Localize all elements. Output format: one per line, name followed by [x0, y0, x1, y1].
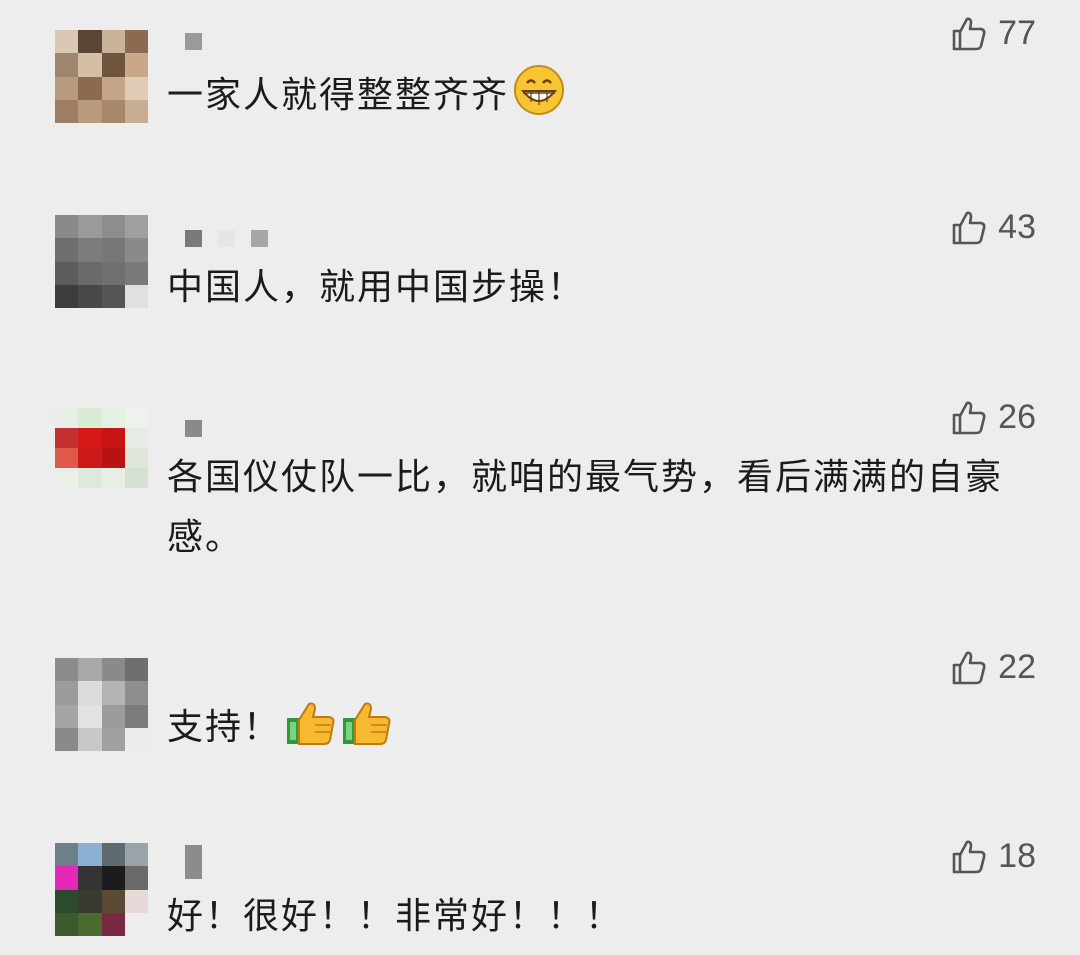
grinning-face-emoji [514, 65, 565, 115]
like-button[interactable]: 22 [950, 648, 1036, 687]
like-count: 43 [998, 208, 1036, 246]
comment-text: 一家人就得整整齐齐 [167, 64, 1007, 126]
comment-item: 一家人就得整整齐齐 77 [0, 0, 1080, 150]
username-blurred[interactable] [185, 845, 202, 879]
thumbs-up-emoji [343, 702, 391, 745]
avatar[interactable] [55, 843, 148, 936]
avatar[interactable] [55, 408, 148, 488]
thumbs-up-emoji [287, 702, 335, 745]
comment-text: 支持！ [167, 698, 1007, 758]
thumbs-up-outline-icon [952, 401, 986, 434]
avatar[interactable] [55, 658, 148, 751]
thumbs-up-outline-icon [952, 651, 986, 684]
comment-item: 中国人，就用中国步操！ 43 [0, 195, 1080, 335]
comment-item: 支持！ 22 [0, 635, 1080, 785]
username-blurred[interactable] [185, 33, 202, 50]
thumbs-up-outline-icon [952, 17, 986, 50]
avatar[interactable] [55, 30, 148, 123]
like-count: 77 [998, 14, 1036, 52]
thumbs-up-outline-icon [952, 211, 986, 244]
comment-item: 好！很好！！非常好！！！ 18 [0, 825, 1080, 955]
comment-text: 好！很好！！非常好！！！ [167, 896, 624, 937]
comment-item: 各国仪仗队一比，就咱的最气势，看后满满的自豪感。 26 [0, 385, 1080, 605]
like-button[interactable]: 77 [950, 14, 1036, 53]
comment-text: 各国仪仗队一比，就咱的最气势，看后满满的自豪感。 [167, 457, 1004, 558]
username-blurred[interactable] [185, 420, 202, 437]
like-button[interactable]: 26 [950, 398, 1036, 437]
thumbs-up-outline-icon [952, 840, 986, 873]
like-count: 22 [998, 648, 1036, 686]
like-button[interactable]: 18 [950, 837, 1036, 876]
comment-text: 中国人，就用中国步操！ [167, 267, 586, 308]
avatar[interactable] [55, 215, 148, 308]
like-button[interactable]: 43 [950, 208, 1036, 247]
like-count: 18 [998, 837, 1036, 875]
username-blurred[interactable] [185, 230, 268, 247]
like-count: 26 [998, 398, 1036, 436]
